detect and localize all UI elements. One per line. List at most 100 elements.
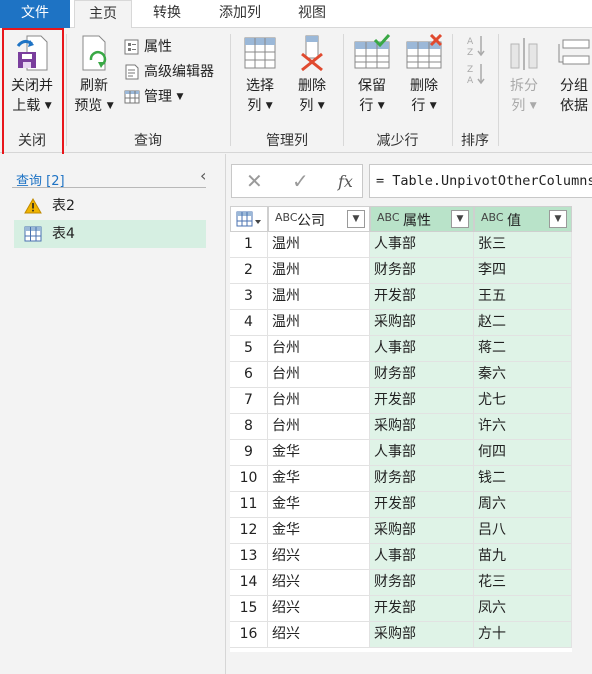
cancel-icon[interactable]: ✕: [246, 169, 263, 193]
filter-dropdown-icon[interactable]: ▼: [451, 210, 469, 228]
cell-company[interactable]: 温州: [268, 232, 370, 258]
cell-value[interactable]: 李四: [474, 258, 572, 284]
row-number[interactable]: 9: [230, 440, 268, 466]
cell-company[interactable]: 金华: [268, 466, 370, 492]
tab-home[interactable]: 主页: [74, 0, 132, 29]
remove-columns-label-2: 列 ▼: [299, 98, 325, 114]
choose-columns-button[interactable]: 选择 列 ▼: [236, 34, 284, 116]
row-number[interactable]: 13: [230, 544, 268, 570]
cell-value[interactable]: 方十: [474, 622, 572, 648]
row-number[interactable]: 15: [230, 596, 268, 622]
confirm-icon[interactable]: ✓: [292, 169, 309, 193]
row-number[interactable]: 7: [230, 388, 268, 414]
row-number[interactable]: 5: [230, 336, 268, 362]
sort-descending-button[interactable]: ZA: [466, 62, 486, 86]
cell-company[interactable]: 台州: [268, 336, 370, 362]
row-number[interactable]: 11: [230, 492, 268, 518]
group-by-button[interactable]: 分组 依据: [552, 34, 592, 116]
row-number[interactable]: 3: [230, 284, 268, 310]
cell-company[interactable]: 金华: [268, 492, 370, 518]
cell-value[interactable]: 凤六: [474, 596, 572, 622]
table-row: 2 温州 财务部 李四: [230, 258, 572, 284]
tab-file[interactable]: 文件: [0, 0, 70, 28]
collapse-pane-icon[interactable]: ‹: [200, 166, 206, 185]
cell-company[interactable]: 绍兴: [268, 596, 370, 622]
tab-transform[interactable]: 转换: [138, 0, 196, 28]
cell-company[interactable]: 温州: [268, 258, 370, 284]
query-item-table4[interactable]: 表4: [14, 220, 206, 248]
filter-dropdown-icon[interactable]: ▼: [347, 210, 365, 228]
cell-company[interactable]: 台州: [268, 388, 370, 414]
formula-input[interactable]: = Table.UnpivotOtherColumns: [369, 164, 592, 198]
row-number[interactable]: 2: [230, 258, 268, 284]
column-header-company[interactable]: ABC 公司 ▼: [268, 206, 370, 232]
cell-company[interactable]: 温州: [268, 284, 370, 310]
cell-company[interactable]: 绍兴: [268, 570, 370, 596]
cell-value[interactable]: 张三: [474, 232, 572, 258]
query-item-table2[interactable]: 表2: [14, 192, 206, 220]
cell-value[interactable]: 吕八: [474, 518, 572, 544]
cell-attribute[interactable]: 开发部: [370, 492, 474, 518]
cell-company[interactable]: 绍兴: [268, 622, 370, 648]
cell-attribute[interactable]: 财务部: [370, 466, 474, 492]
cell-attribute[interactable]: 采购部: [370, 518, 474, 544]
refresh-preview-button[interactable]: 刷新 预览 ▼: [68, 34, 120, 116]
cell-value[interactable]: 钱二: [474, 466, 572, 492]
cell-value[interactable]: 蒋二: [474, 336, 572, 362]
cell-attribute[interactable]: 人事部: [370, 544, 474, 570]
row-number[interactable]: 12: [230, 518, 268, 544]
cell-value[interactable]: 苗九: [474, 544, 572, 570]
properties-button[interactable]: 属性: [124, 36, 172, 58]
cell-company[interactable]: 温州: [268, 310, 370, 336]
sort-ascending-button[interactable]: AZ: [466, 34, 486, 58]
cell-company[interactable]: 金华: [268, 440, 370, 466]
cell-attribute[interactable]: 采购部: [370, 622, 474, 648]
tab-add-column[interactable]: 添加列: [206, 0, 274, 28]
remove-columns-button[interactable]: 删除 列 ▼: [288, 34, 336, 116]
cell-value[interactable]: 花三: [474, 570, 572, 596]
cell-attribute[interactable]: 开发部: [370, 596, 474, 622]
row-number[interactable]: 16: [230, 622, 268, 648]
row-number[interactable]: 8: [230, 414, 268, 440]
cell-value[interactable]: 秦六: [474, 362, 572, 388]
cell-value[interactable]: 何四: [474, 440, 572, 466]
cell-value[interactable]: 赵二: [474, 310, 572, 336]
column-header-attribute[interactable]: ABC 属性 ▼: [370, 206, 474, 232]
row-number[interactable]: 14: [230, 570, 268, 596]
cell-attribute[interactable]: 开发部: [370, 284, 474, 310]
cell-value[interactable]: 尤七: [474, 388, 572, 414]
cell-attribute[interactable]: 人事部: [370, 232, 474, 258]
cell-company[interactable]: 台州: [268, 414, 370, 440]
cell-company[interactable]: 金华: [268, 518, 370, 544]
cell-attribute[interactable]: 人事部: [370, 336, 474, 362]
cell-attribute[interactable]: 财务部: [370, 362, 474, 388]
cell-value[interactable]: 周六: [474, 492, 572, 518]
cell-company[interactable]: 台州: [268, 362, 370, 388]
split-column-button[interactable]: 拆分 列 ▼: [502, 34, 546, 116]
row-number[interactable]: 1: [230, 232, 268, 258]
column-header-value[interactable]: ABC 值 ▼: [474, 206, 572, 232]
remove-rows-button[interactable]: 删除 行 ▼: [400, 34, 448, 116]
filter-dropdown-icon[interactable]: ▼: [549, 210, 567, 228]
fx-icon[interactable]: fx: [338, 172, 353, 191]
cell-attribute[interactable]: 开发部: [370, 388, 474, 414]
table-menu-button[interactable]: [230, 206, 268, 232]
row-number[interactable]: 10: [230, 466, 268, 492]
table-row: 9 金华 人事部 何四: [230, 440, 572, 466]
advanced-editor-button[interactable]: 高级编辑器: [124, 61, 214, 83]
cell-value[interactable]: 王五: [474, 284, 572, 310]
row-number[interactable]: 4: [230, 310, 268, 336]
cell-attribute[interactable]: 人事部: [370, 440, 474, 466]
cell-attribute[interactable]: 采购部: [370, 310, 474, 336]
table-row: 14 绍兴 财务部 花三: [230, 570, 572, 596]
cell-company[interactable]: 绍兴: [268, 544, 370, 570]
cell-attribute[interactable]: 财务部: [370, 258, 474, 284]
manage-button[interactable]: 管理 ▼: [124, 86, 183, 108]
cell-attribute[interactable]: 财务部: [370, 570, 474, 596]
chevron-down-icon: ▼: [106, 101, 114, 111]
cell-attribute[interactable]: 采购部: [370, 414, 474, 440]
cell-value[interactable]: 许六: [474, 414, 572, 440]
keep-rows-button[interactable]: 保留 行 ▼: [348, 34, 396, 116]
tab-view[interactable]: 视图: [284, 0, 340, 28]
row-number[interactable]: 6: [230, 362, 268, 388]
